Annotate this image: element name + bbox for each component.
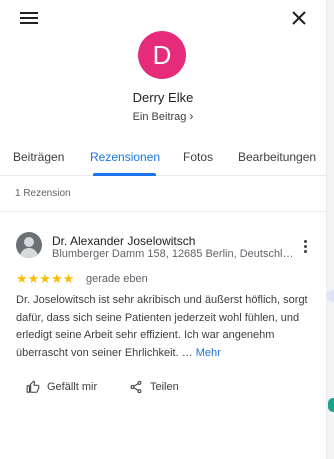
contributions-label: Ein Beitrag <box>132 111 187 123</box>
chevron-right-icon: › <box>189 109 194 123</box>
share-label: Teilen <box>150 381 179 393</box>
reviewer-profile-panel: D Derry Elke Ein Beitrag › Beiträgen Reze… <box>0 0 326 459</box>
review-place-name[interactable]: Dr. Alexander Joselowitsch <box>52 234 195 248</box>
more-vert-icon[interactable] <box>299 240 311 254</box>
tab-rezensionen[interactable]: Rezensionen <box>90 150 160 164</box>
like-button[interactable]: Gefällt mir <box>26 380 97 394</box>
map-marker-partial-green <box>328 398 334 412</box>
map-edge <box>326 0 334 459</box>
review-body: Dr. Joselowitsch ist sehr akribisch und … <box>16 294 308 359</box>
like-label: Gefällt mir <box>47 381 98 393</box>
review-count: 1 Rezension <box>15 188 71 199</box>
share-icon <box>130 380 142 394</box>
star-rating: ★★★★★ <box>16 271 75 286</box>
contributions-link[interactable]: Ein Beitrag › <box>0 109 326 123</box>
review-date: gerade eben <box>86 273 148 285</box>
divider <box>0 211 326 212</box>
review-place-address: Blumberger Damm 158, 12685 Berlin, Deuts… <box>52 248 296 260</box>
more-link[interactable]: Mehr <box>196 347 221 359</box>
tab-beitraegen[interactable]: Beiträgen <box>13 150 64 164</box>
active-tab-indicator <box>93 173 156 176</box>
tab-bearbeitungen[interactable]: Bearbeitungen <box>238 150 316 164</box>
review-actions: Gefällt mir Teilen <box>0 378 326 400</box>
review-text: Dr. Joselowitsch ist sehr akribisch und … <box>16 292 316 362</box>
profile-avatar: D <box>138 31 186 79</box>
tab-fotos[interactable]: Fotos <box>183 150 213 164</box>
share-button[interactable]: Teilen <box>129 380 179 394</box>
thumbs-up-icon <box>26 380 40 393</box>
close-icon[interactable] <box>289 8 309 28</box>
profile-name: Derry Elke <box>132 90 194 105</box>
place-avatar[interactable] <box>16 232 42 258</box>
map-marker-partial <box>327 290 334 302</box>
hamburger-menu-icon[interactable] <box>20 12 38 26</box>
tab-bar: Beiträgen Rezensionen Fotos Bearbeitunge… <box>0 148 326 176</box>
